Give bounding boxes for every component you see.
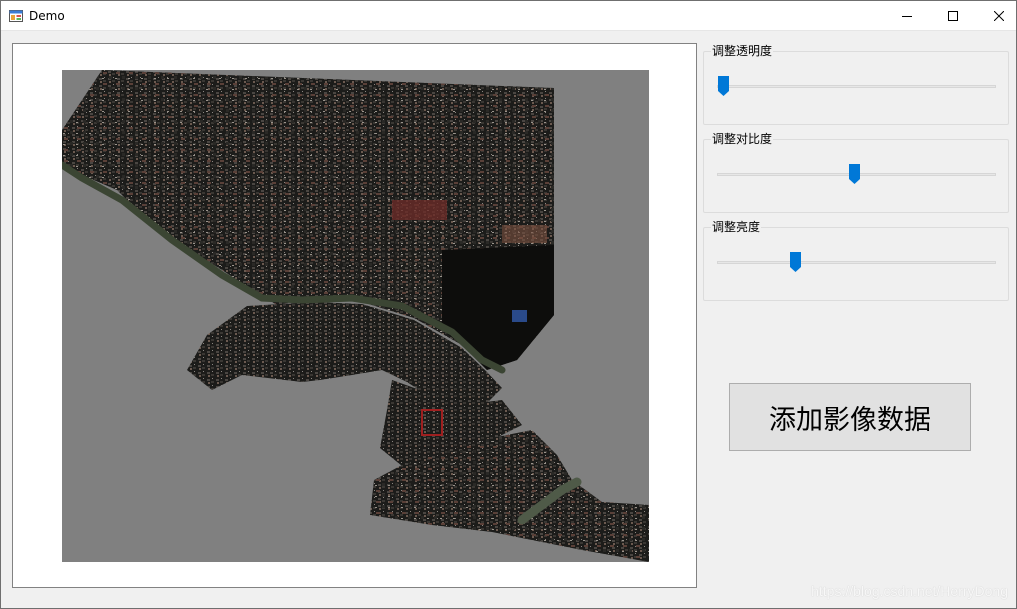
- watermark-text: https://blog.csdn.net/HerryDong: [811, 583, 1008, 599]
- imagery-tiles: [62, 70, 649, 562]
- contrast-group: 调整对比度: [703, 131, 1009, 213]
- map-canvas[interactable]: [62, 70, 649, 562]
- slider-track[interactable]: [717, 261, 996, 264]
- maximize-icon: [948, 10, 958, 21]
- opacity-label: 调整透明度: [711, 43, 774, 59]
- roof-cluster-2: [502, 225, 547, 243]
- slider-thumb[interactable]: [848, 164, 860, 184]
- slider-thumb[interactable]: [717, 76, 729, 96]
- close-button[interactable]: [976, 1, 1016, 30]
- aerial-imagery: [62, 70, 649, 562]
- maximize-button[interactable]: [930, 1, 976, 30]
- opacity-group: 调整透明度: [703, 43, 1009, 125]
- window-title: Demo: [29, 9, 65, 23]
- title-bar[interactable]: Demo: [1, 1, 1016, 31]
- slider-thumb[interactable]: [790, 252, 802, 272]
- blue-roof: [512, 310, 527, 322]
- app-window: Demo 调整透明度 调整对比度 调整亮度 添加影像数据 https://blo…: [0, 0, 1017, 609]
- app-icon: [9, 10, 23, 22]
- brightness-group: 调整亮度: [703, 219, 1009, 301]
- minimize-icon: [902, 15, 912, 17]
- slider-track[interactable]: [717, 85, 996, 88]
- add-image-data-button[interactable]: 添加影像数据: [729, 383, 971, 451]
- minimize-button[interactable]: [884, 1, 930, 30]
- contrast-slider[interactable]: [717, 160, 997, 190]
- imagery-west-lobe: [187, 302, 320, 390]
- roof-cluster: [392, 200, 447, 220]
- opacity-slider[interactable]: [717, 72, 997, 102]
- brightness-label: 调整亮度: [711, 219, 762, 235]
- map-view-panel[interactable]: [12, 43, 697, 588]
- close-icon: [994, 10, 1004, 21]
- contrast-label: 调整对比度: [711, 131, 774, 147]
- brightness-slider[interactable]: [717, 248, 997, 278]
